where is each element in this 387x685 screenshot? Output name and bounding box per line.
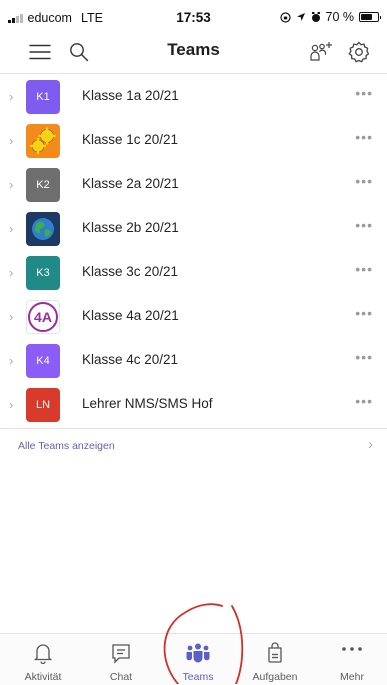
more-options-icon[interactable]: ••• bbox=[355, 85, 373, 101]
status-right: 70 % bbox=[279, 10, 381, 24]
more-icon bbox=[342, 647, 362, 651]
team-row[interactable]: › K4 Klasse 4c 20/21 ••• bbox=[0, 339, 387, 383]
chevron-right-icon[interactable]: › bbox=[9, 353, 13, 368]
tab-label: Chat bbox=[109, 671, 133, 683]
team-row[interactable]: › K3 Klasse 3c 20/21 ••• bbox=[0, 251, 387, 295]
team-row[interactable]: › LN Lehrer NMS/SMS Hof ••• bbox=[0, 383, 387, 427]
tab-activity[interactable]: Aktivität bbox=[8, 634, 78, 685]
team-name: Klasse 4c 20/21 bbox=[82, 352, 179, 367]
screen-lock-icon bbox=[279, 11, 291, 23]
chevron-right-icon[interactable]: › bbox=[9, 309, 13, 324]
add-team-icon[interactable] bbox=[307, 38, 335, 66]
team-name: Klasse 1c 20/21 bbox=[82, 132, 179, 147]
tab-more[interactable]: Mehr bbox=[317, 634, 387, 685]
more-options-icon[interactable]: ••• bbox=[355, 349, 373, 365]
all-teams-row[interactable]: Alle Teams anzeigen › bbox=[0, 431, 387, 461]
team-avatar bbox=[26, 212, 60, 246]
alarm-icon bbox=[311, 11, 320, 22]
chevron-right-icon[interactable]: › bbox=[9, 177, 13, 192]
team-avatar: K3 bbox=[26, 256, 60, 290]
more-options-icon[interactable]: ••• bbox=[355, 173, 373, 189]
team-name: Klasse 2b 20/21 bbox=[82, 220, 179, 235]
team-avatar: K1 bbox=[26, 80, 60, 114]
team-avatar: K4 bbox=[26, 344, 60, 378]
assignments-icon bbox=[268, 642, 282, 663]
tab-label: Teams bbox=[182, 671, 214, 683]
bell-icon bbox=[33, 644, 53, 664]
team-list: › K1 Klasse 1a 20/21 ••• › Klasse 1c 20/… bbox=[0, 75, 387, 427]
team-avatar: K2 bbox=[26, 168, 60, 202]
chevron-right-icon[interactable]: › bbox=[368, 436, 373, 453]
chat-icon bbox=[112, 644, 130, 664]
chevron-right-icon[interactable]: › bbox=[9, 133, 13, 148]
team-name: Klasse 1a 20/21 bbox=[82, 88, 179, 103]
chevron-right-icon[interactable]: › bbox=[9, 397, 13, 412]
battery-icon bbox=[359, 12, 381, 22]
bottom-tab-bar: Aktivität Chat Teams Aufgaben Mehr bbox=[0, 633, 387, 685]
more-options-icon[interactable]: ••• bbox=[355, 129, 373, 145]
globe-icon bbox=[32, 218, 54, 240]
tab-label: Aktivität bbox=[24, 671, 62, 683]
more-options-icon[interactable]: ••• bbox=[355, 305, 373, 321]
team-row[interactable]: › 4A Klasse 4a 20/21 ••• bbox=[0, 295, 387, 339]
4a-logo-icon: 4A bbox=[28, 302, 58, 332]
app-header: Teams bbox=[0, 34, 387, 72]
more-options-icon[interactable]: ••• bbox=[355, 393, 373, 409]
all-teams-link[interactable]: Alle Teams anzeigen bbox=[18, 440, 115, 452]
chevron-right-icon[interactable]: › bbox=[9, 221, 13, 236]
chevron-right-icon[interactable]: › bbox=[9, 89, 13, 104]
teams-icon bbox=[186, 643, 210, 663]
team-name: Klasse 3c 20/21 bbox=[82, 264, 179, 279]
team-row[interactable]: › Klasse 2b 20/21 ••• bbox=[0, 207, 387, 251]
more-options-icon[interactable]: ••• bbox=[355, 217, 373, 233]
header-divider bbox=[0, 73, 387, 74]
team-avatar: LN bbox=[26, 388, 60, 422]
team-avatar bbox=[26, 124, 60, 158]
team-avatar: 4A bbox=[26, 300, 60, 334]
tab-assignments[interactable]: Aufgaben bbox=[240, 634, 310, 685]
team-name: Klasse 2a 20/21 bbox=[82, 176, 179, 191]
list-divider bbox=[0, 428, 387, 429]
tab-label: Mehr bbox=[340, 671, 364, 683]
tab-teams[interactable]: Teams bbox=[163, 634, 233, 685]
chevron-right-icon[interactable]: › bbox=[9, 265, 13, 280]
tab-chat[interactable]: Chat bbox=[86, 634, 156, 685]
team-name: Klasse 4a 20/21 bbox=[82, 308, 179, 323]
location-icon bbox=[296, 13, 305, 21]
tab-label: Aufgaben bbox=[252, 671, 298, 683]
gear-icon[interactable] bbox=[345, 38, 373, 66]
team-name: Lehrer NMS/SMS Hof bbox=[82, 396, 213, 411]
more-options-icon[interactable]: ••• bbox=[355, 261, 373, 277]
team-row[interactable]: › Klasse 1c 20/21 ••• bbox=[0, 119, 387, 163]
gears-icon bbox=[30, 127, 56, 154]
team-row[interactable]: › K1 Klasse 1a 20/21 ••• bbox=[0, 75, 387, 119]
battery-percent: 70 % bbox=[325, 10, 355, 24]
status-bar: educom LTE 17:53 70 % bbox=[0, 0, 387, 34]
team-row[interactable]: › K2 Klasse 2a 20/21 ••• bbox=[0, 163, 387, 207]
